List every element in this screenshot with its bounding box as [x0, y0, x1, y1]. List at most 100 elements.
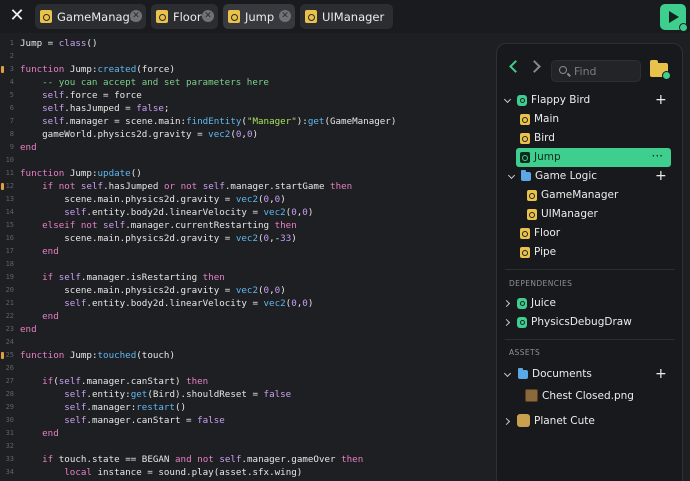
code-text: if self.manager.isRestarting then — [42, 272, 225, 283]
tree-file-pipe[interactable]: Pipe — [497, 243, 682, 262]
lua-file-icon — [527, 209, 537, 220]
code-line[interactable]: 4 -- you can accept and set parameters h… — [0, 76, 495, 89]
tab-label: Floor — [173, 9, 202, 24]
line-number: 12 — [5, 182, 14, 190]
back-arrow-icon[interactable] — [509, 60, 522, 73]
code-line[interactable]: 15 elseif not self.manager.currentRestar… — [0, 219, 495, 232]
code-line[interactable]: 13 scene.main.physics2d.gravity = vec2(0… — [0, 193, 495, 206]
tree-folder-game-logic[interactable]: Game Logic + — [497, 167, 682, 186]
tree-file-main[interactable]: Main — [497, 110, 682, 129]
lua-file-icon — [527, 190, 537, 201]
line-number: 26 — [5, 364, 14, 372]
tree-file-gamemanager[interactable]: GameManager — [497, 186, 682, 205]
tab-floor[interactable]: Floor ✕ — [151, 4, 218, 29]
lua-file-icon — [40, 10, 52, 23]
forward-arrow-icon[interactable] — [528, 60, 541, 73]
add-icon[interactable]: + — [655, 366, 667, 382]
tree-asset-planet-cute[interactable]: Planet Cute — [497, 412, 682, 431]
tree-asset-chest-closed[interactable]: Chest Closed.png — [497, 387, 682, 406]
tab-uimanager[interactable]: UIManager — [300, 4, 393, 29]
code-line[interactable]: 24 — [0, 336, 495, 349]
add-icon[interactable]: + — [655, 92, 667, 108]
code-line[interactable]: 29 self.manager:restart() — [0, 401, 495, 414]
close-icon[interactable]: ✕ — [6, 5, 28, 27]
code-line[interactable]: 7 self.manager = scene.main:findEntity("… — [0, 115, 495, 128]
file-label: Pipe — [534, 246, 557, 258]
code-line[interactable]: 19 if self.manager.isRestarting then — [0, 271, 495, 284]
code-line[interactable]: 31 end — [0, 427, 495, 440]
tab-close-icon[interactable]: ✕ — [279, 10, 291, 22]
code-line[interactable]: 8 gameWorld.physics2d.gravity = vec2(0,0… — [0, 128, 495, 141]
search-icon — [559, 66, 567, 74]
tab-jump[interactable]: Jump ✕ — [223, 4, 295, 29]
new-folder-icon[interactable] — [650, 60, 671, 80]
code-line[interactable]: 33 if touch.state == BEGAN and not self.… — [0, 453, 495, 466]
code-line[interactable]: 6 self.hasJumped = false; — [0, 102, 495, 115]
code-line[interactable]: 16 scene.main.physics2d.gravity = vec2(0… — [0, 232, 495, 245]
code-text: function Jump:touched(touch) — [20, 350, 175, 361]
code-line[interactable]: 25 function Jump:touched(touch) — [0, 349, 495, 362]
status-badge — [679, 23, 688, 32]
add-icon[interactable]: + — [655, 168, 667, 184]
tree-file-jump[interactable]: Jump ··· — [516, 148, 671, 167]
code-line[interactable]: 18 — [0, 258, 495, 271]
code-line[interactable]: 28 self.entity:get(Bird).shouldReset = f… — [0, 388, 495, 401]
code-line[interactable]: 23 end — [0, 323, 495, 336]
code-line[interactable]: 3 function Jump:created(force) — [0, 63, 495, 76]
code-line[interactable]: 22 end — [0, 310, 495, 323]
code-line[interactable]: 9 end — [0, 141, 495, 154]
tab-label: GameManager — [57, 9, 142, 24]
chevron-right-icon[interactable] — [502, 417, 511, 426]
chevron-down-icon[interactable] — [503, 95, 512, 104]
tree-file-floor[interactable]: Floor — [497, 224, 682, 243]
code-line[interactable]: 20 scene.main.physics2d.gravity = vec2(0… — [0, 284, 495, 297]
tree-dependency-juice[interactable]: Juice — [497, 294, 682, 313]
code-line[interactable]: 34 local instance = sound.play(asset.sfx… — [0, 466, 495, 479]
line-number: 16 — [5, 234, 14, 242]
line-number: 24 — [5, 338, 14, 346]
code-text: scene.main.physics2d.gravity = vec2(0,0) — [64, 194, 286, 205]
code-line[interactable]: 1 Jump = class() — [0, 37, 495, 50]
code-line[interactable]: 5 self.force = force — [0, 89, 495, 102]
code-text: self.manager:restart() — [64, 402, 187, 413]
code-text: scene.main.physics2d.gravity = vec2(0,-3… — [64, 233, 297, 244]
code-line[interactable]: 2 — [0, 50, 495, 63]
lua-file-icon — [305, 10, 317, 23]
tab-gamemanager[interactable]: GameManager ✕ — [35, 4, 146, 29]
code-line[interactable]: 30 self.manager.canStart = false — [0, 414, 495, 427]
line-number: 20 — [5, 286, 14, 294]
line-number: 15 — [5, 221, 14, 229]
code-line[interactable]: 14 self.entity.body2d.linearVelocity = v… — [0, 206, 495, 219]
search-input[interactable]: Find — [551, 60, 641, 82]
line-number: 17 — [5, 247, 14, 255]
tree-dependency-physicsdebugdraw[interactable]: PhysicsDebugDraw — [497, 313, 682, 332]
asset-label: Planet Cute — [534, 415, 595, 427]
code-text: end — [42, 246, 59, 257]
line-number: 23 — [5, 325, 14, 333]
code-line[interactable]: 12 if not self.hasJumped or not self.man… — [0, 180, 495, 193]
tab-close-icon[interactable]: ✕ — [130, 10, 142, 22]
code-text: if(self.manager.canStart) then — [42, 376, 209, 387]
line-number: 31 — [5, 429, 14, 437]
tree-project-flappy-bird[interactable]: Flappy Bird + — [497, 91, 682, 110]
code-line[interactable]: 11 function Jump:update() — [0, 167, 495, 180]
tab-close-icon[interactable]: ✕ — [202, 10, 214, 22]
code-line[interactable]: 21 self.entity.body2d.linearVelocity = v… — [0, 297, 495, 310]
tree-file-uimanager[interactable]: UIManager — [497, 205, 682, 224]
chevron-down-icon[interactable] — [507, 171, 516, 180]
code-line[interactable]: 17 end — [0, 245, 495, 258]
code-line[interactable]: 27 if(self.manager.canStart) then — [0, 375, 495, 388]
play-button[interactable] — [660, 4, 688, 32]
tree-asset-documents[interactable]: Documents + — [497, 365, 682, 384]
code-line[interactable]: 26 — [0, 362, 495, 375]
chevron-right-icon[interactable] — [502, 318, 511, 327]
lua-file-icon — [520, 133, 530, 144]
code-line[interactable]: 32 — [0, 440, 495, 453]
tree-file-bird[interactable]: Bird — [497, 129, 682, 148]
asset-label: Documents — [532, 368, 592, 380]
chevron-right-icon[interactable] — [502, 299, 511, 308]
chevron-down-icon[interactable] — [503, 369, 512, 378]
more-options-icon[interactable]: ··· — [652, 149, 663, 163]
lua-file-icon — [520, 152, 530, 163]
code-line[interactable]: 10 — [0, 154, 495, 167]
